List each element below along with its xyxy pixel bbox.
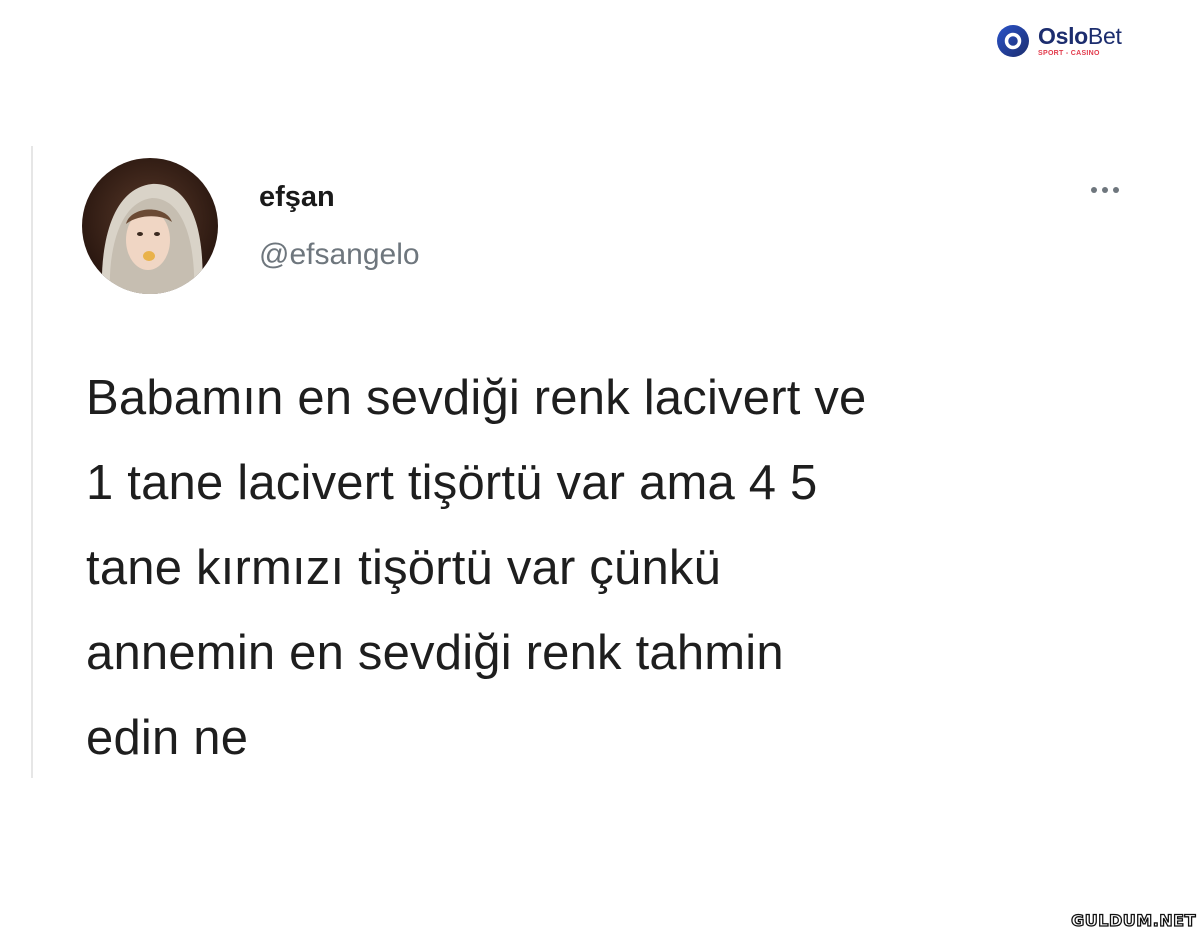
more-options-icon: [1113, 187, 1119, 193]
user-avatar-photo: [82, 158, 218, 294]
more-options-icon: [1102, 187, 1108, 193]
brand-tagline: SPORT - CASINO: [1038, 50, 1100, 57]
tweet-text-line: annemin en sevdiği renk tahmin: [86, 626, 784, 680]
tweet-text-line: 1 tane lacivert tişörtü var ama 4 5: [86, 456, 818, 510]
more-options-button[interactable]: [1084, 180, 1126, 200]
user-avatar[interactable]: [82, 158, 218, 294]
user-display-name[interactable]: efşan: [259, 181, 335, 214]
tweet-text-line: Babamın en sevdiği renk lacivert ve: [86, 371, 867, 425]
brand-watermark: OsloBet SPORT - CASINO: [996, 24, 1122, 58]
oslobet-logo-icon: [997, 25, 1029, 57]
tweet-card: efşan @efsangelo Babamın en sevdiği renk…: [31, 146, 1161, 778]
brand-text: OsloBet SPORT - CASINO: [1038, 23, 1122, 58]
site-watermark: GULDUM.NET: [1071, 910, 1197, 930]
user-handle[interactable]: @efsangelo: [259, 238, 420, 272]
tweet-text: Babamın en sevdiği renk lacivert ve 1 ta…: [86, 356, 1126, 781]
brand-name: OsloBet: [1038, 23, 1122, 49]
more-options-icon: [1091, 187, 1097, 193]
tweet-text-line: edin ne: [86, 711, 249, 765]
tweet-text-line: tane kırmızı tişörtü var çünkü: [86, 541, 722, 595]
